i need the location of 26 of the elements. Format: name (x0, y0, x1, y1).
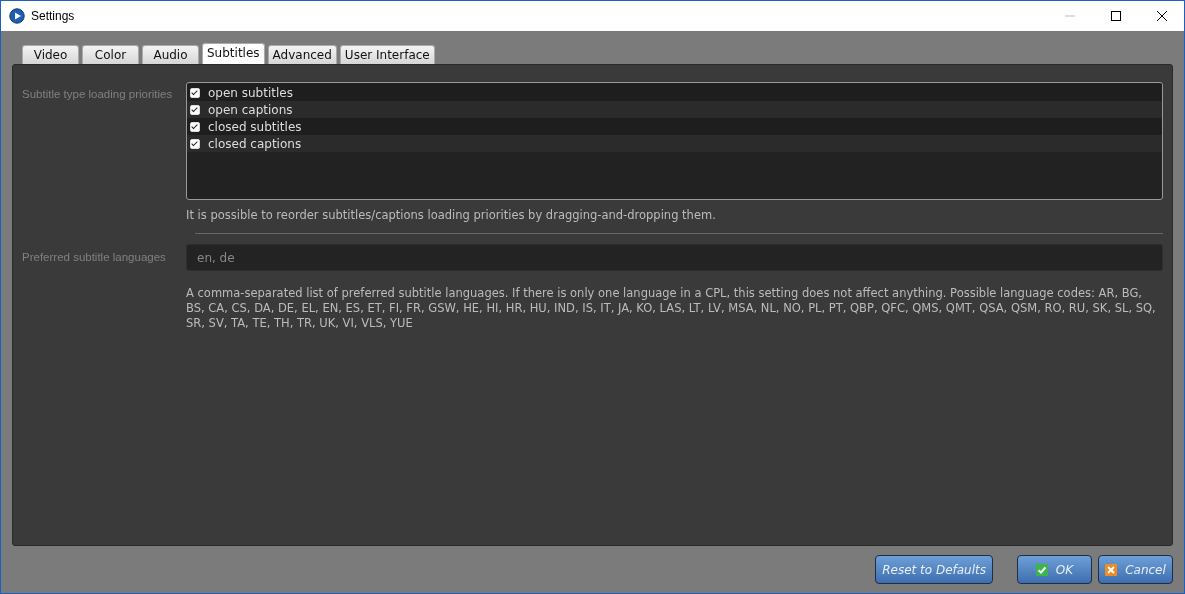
tab[interactable]: Advanced (267, 45, 337, 64)
list-item-label[interactable]: closed captions (208, 136, 302, 151)
list-item-label[interactable]: open subtitles (208, 85, 293, 100)
field-label: Preferred subtitle languages (22, 251, 167, 263)
tab[interactable]: Video (22, 45, 79, 64)
checkbox[interactable] (190, 138, 200, 149)
checkmark-icon (1035, 563, 1048, 576)
window-title: Settings (31, 9, 75, 23)
field-label: Subtitle type loading priorities (22, 88, 174, 100)
priority-list[interactable]: open subtitles open captions closed subtitles closed captions (186, 82, 1163, 200)
tab[interactable]: Subtitles (202, 43, 265, 64)
checkbox[interactable] (190, 87, 200, 98)
play-icon (9, 8, 25, 24)
input-field[interactable]: en, de (186, 244, 1163, 271)
hint-text: A comma-separated list of preferred subtitle languages. If there is only one language in a CPL, this setting does not affect anything. Possible language codes: AR, BG, BS, CA, CS, DA, DE, EL, EN, ES, ET, FI, FR, GSW, HE, HI, HR, HU, IND, IS, IT, JA, KO, LAS, LT, LV, MSA, NL, NO, PL, PT, QBP, QFC, QMS, QMT, QSA, QSM, RO, RU, SK, SL, SQ, SR, SV, TA, TE, TH, TR, UK, VI, VLS, YUE (186, 286, 1157, 331)
checkbox[interactable] (190, 104, 200, 115)
hint-text: It is possible to reorder subtitles/captions loading priorities by dragging-and-dropping them. (186, 208, 717, 223)
list-item-label[interactable]: open captions (208, 102, 293, 117)
checkbox[interactable] (190, 121, 200, 132)
list-item-label[interactable]: closed subtitles (208, 119, 302, 134)
tab[interactable]: User Interface (339, 45, 435, 64)
tab[interactable]: Color (82, 45, 139, 64)
cross-icon (1105, 563, 1118, 576)
close-icon[interactable] (1156, 10, 1168, 22)
tab[interactable]: Audio (142, 45, 199, 64)
maximize-icon[interactable] (1110, 10, 1122, 22)
